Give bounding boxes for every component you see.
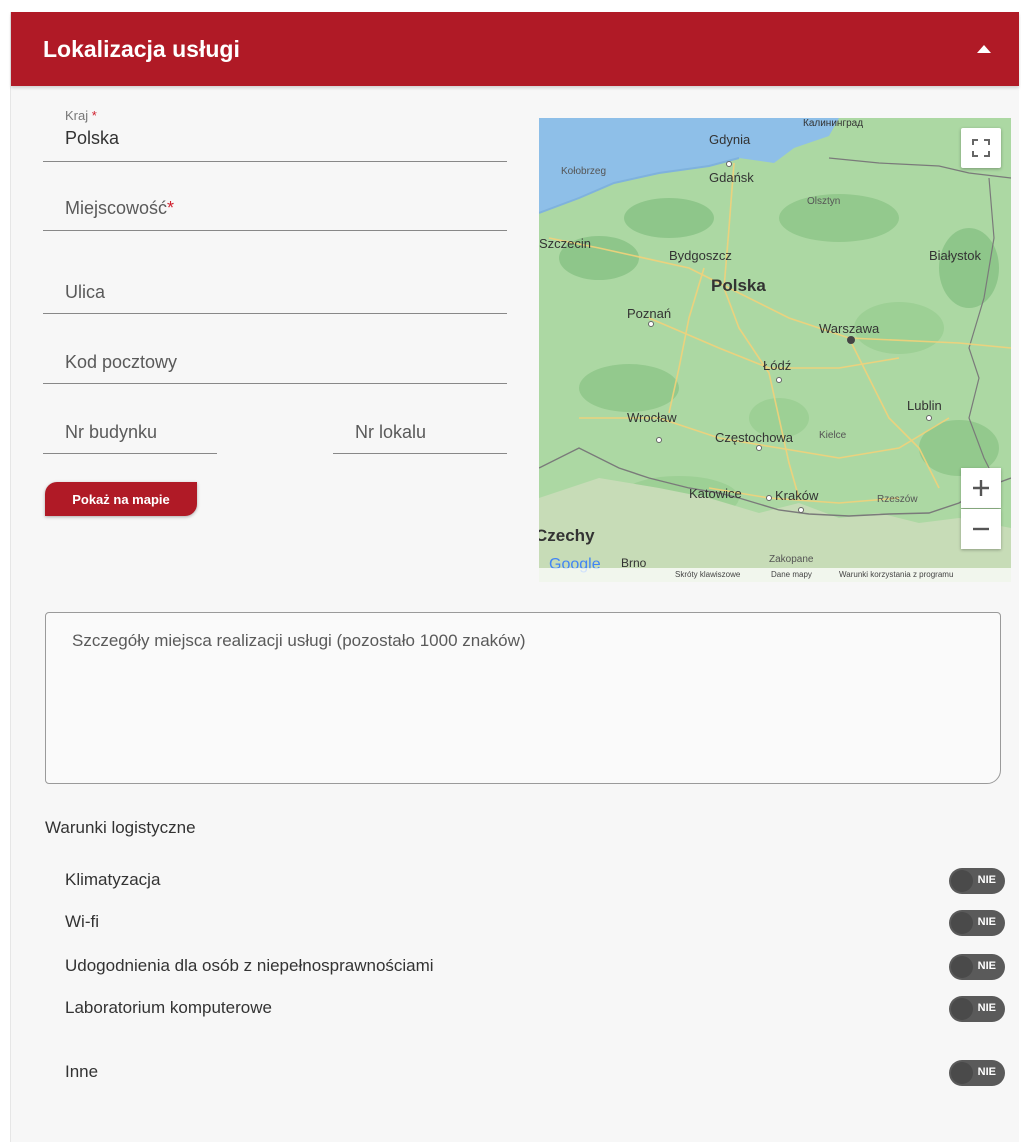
- map-label-polska: Polska: [711, 276, 766, 295]
- street-placeholder: Ulica: [65, 282, 106, 302]
- toggle-knob: [951, 998, 973, 1020]
- minus-icon: [973, 527, 989, 531]
- toggle-state-label: NIE: [977, 960, 996, 972]
- option-label-air-conditioning: Klimatyzacja: [65, 870, 161, 889]
- option-label-wifi: Wi-fi: [65, 912, 99, 931]
- map-label-kolobrzeg: Kołobrzeg: [561, 166, 607, 177]
- zoom-out-button[interactable]: [961, 509, 1001, 549]
- toggle-knob: [951, 1062, 973, 1084]
- panel-header: Lokalizacja usługi: [11, 12, 1019, 86]
- map-label-gdansk: Gdańsk: [709, 170, 754, 185]
- keyboard-shortcuts-link[interactable]: Skróty klawiszowe: [675, 570, 740, 579]
- fullscreen-button[interactable]: [961, 128, 1001, 168]
- service-location-panel: Lokalizacja usługi Kraj * Polska Miejsco…: [10, 12, 1019, 1142]
- show-on-map-button[interactable]: Pokaż na mapie: [45, 482, 197, 516]
- toggle-knob: [951, 870, 973, 892]
- toggle-knob: [951, 956, 973, 978]
- terms-link[interactable]: Warunki korzystania z programu: [839, 570, 953, 579]
- unit-number-field[interactable]: Nr lokalu: [333, 414, 507, 454]
- map-label-katowice: Katowice: [689, 486, 742, 501]
- building-number-field[interactable]: Nr budynku: [43, 414, 217, 454]
- map-label-lublin: Lublin: [907, 398, 942, 413]
- plus-icon: [973, 480, 989, 496]
- map-label-zakopane: Zakopane: [769, 554, 814, 565]
- logistics-option-row: Inne NIE: [65, 1058, 1005, 1088]
- map-widget[interactable]: Калининград Gdynia Gdańsk Kołobrzeg Olsz…: [539, 118, 1011, 582]
- computer-lab-toggle[interactable]: NIE: [949, 996, 1005, 1022]
- map-label-wroclaw: Wrocław: [627, 410, 677, 425]
- toggle-state-label: NIE: [977, 1066, 996, 1078]
- country-value: Polska: [65, 128, 120, 148]
- accessibility-toggle[interactable]: NIE: [949, 954, 1005, 980]
- option-label-other: Inne: [65, 1062, 99, 1081]
- country-field[interactable]: Kraj * Polska: [43, 108, 507, 162]
- option-label-accessibility: Udogodnienia dla osób z niepełnosprawnoś…: [65, 956, 434, 975]
- country-label: Kraj *: [65, 108, 97, 123]
- unit-number-placeholder: Nr lokalu: [355, 422, 427, 442]
- toggle-state-label: NIE: [977, 874, 996, 886]
- other-toggle[interactable]: NIE: [949, 1060, 1005, 1086]
- location-details-textarea[interactable]: Szczegóły miejsca realizacji usługi (poz…: [45, 612, 1001, 784]
- postal-code-field[interactable]: Kod pocztowy: [43, 344, 507, 384]
- map-label-olsztyn: Olsztyn: [807, 196, 841, 207]
- map-label-czechy: Czechy: [539, 526, 595, 545]
- map-label-rzeszow: Rzeszów: [877, 494, 918, 505]
- option-label-computer-lab: Laboratorium komputerowe: [65, 998, 272, 1017]
- location-details-placeholder: Szczegóły miejsca realizacji usługi (poz…: [72, 631, 526, 650]
- map-label-bialystok: Białystok: [929, 248, 982, 263]
- air-conditioning-toggle[interactable]: NIE: [949, 868, 1005, 894]
- wifi-toggle[interactable]: NIE: [949, 910, 1005, 936]
- collapse-button[interactable]: [969, 34, 999, 64]
- toggle-state-label: NIE: [977, 916, 996, 928]
- city-placeholder: Miejscowość*: [65, 198, 175, 218]
- chevron-up-icon: [977, 44, 991, 53]
- map-label-lodz: Łódź: [763, 358, 792, 373]
- map-label-szczecin: Szczecin: [539, 236, 592, 251]
- map-data-link[interactable]: Dane mapy: [771, 570, 812, 579]
- zoom-in-button[interactable]: [961, 468, 1001, 508]
- map-label-kielce: Kielce: [819, 430, 847, 441]
- logistics-option-row: Klimatyzacja NIE: [65, 866, 1005, 896]
- city-field[interactable]: Miejscowość*: [43, 190, 507, 231]
- fullscreen-icon: [972, 139, 990, 157]
- logistics-option-row: Wi-fi NIE: [65, 908, 1005, 938]
- logistics-option-row: Laboratorium komputerowe NIE: [65, 994, 1005, 1024]
- map-image: [539, 118, 1011, 582]
- map-label-czestochowa: Częstochowa: [715, 430, 794, 445]
- required-mark: *: [167, 198, 175, 218]
- postal-code-placeholder: Kod pocztowy: [65, 352, 178, 372]
- logistics-section-title: Warunki logistyczne: [45, 818, 196, 837]
- panel-title: Lokalizacja usługi: [43, 35, 240, 62]
- street-field[interactable]: Ulica: [43, 274, 507, 314]
- map-label-bydgoszcz: Bydgoszcz: [669, 248, 732, 263]
- logistics-option-row: Udogodnienia dla osób z niepełnosprawnoś…: [65, 952, 1005, 982]
- toggle-state-label: NIE: [977, 1002, 996, 1014]
- map-label-gdynia: Gdynia: [709, 132, 751, 147]
- toggle-knob: [951, 912, 973, 934]
- map-label-kaliningrad: Калининград: [803, 118, 864, 129]
- map-footer: Skróty klawiszowe Dane mapy Warunki korz…: [539, 568, 1011, 582]
- required-mark: *: [91, 108, 97, 123]
- building-number-placeholder: Nr budynku: [65, 422, 158, 442]
- map-label-warszawa: Warszawa: [819, 321, 880, 336]
- map-label-krakow: Kraków: [775, 488, 819, 503]
- map-label-poznan: Poznań: [627, 306, 672, 321]
